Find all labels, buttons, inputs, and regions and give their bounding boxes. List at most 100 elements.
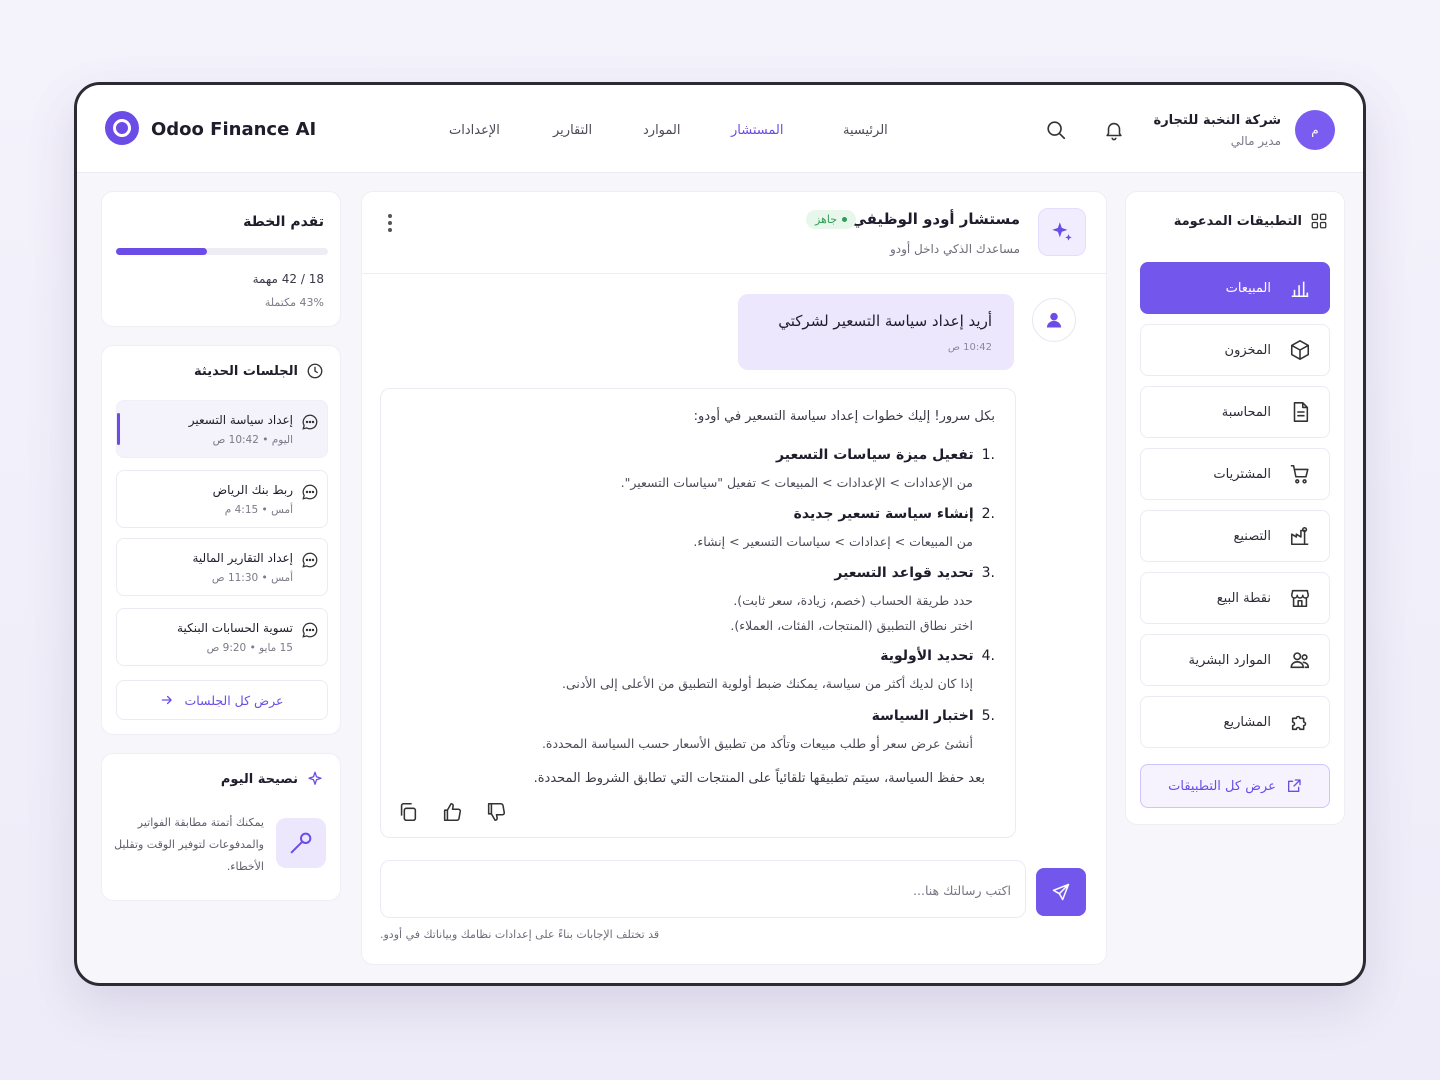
nav-item-home[interactable]: الرئيسية <box>843 123 888 138</box>
step-detail: من المبيعات > إعدادات > سياسات التسعير >… <box>693 534 973 549</box>
status-badge: جاهز <box>805 210 856 229</box>
chat-subtitle: مساعدك الذكي داخل أودو <box>889 242 1020 256</box>
step-number: .2 <box>981 506 995 522</box>
more-options-icon[interactable] <box>388 214 394 232</box>
app-item-purchases[interactable]: المشتريات <box>1140 448 1330 500</box>
brand-name: Odoo Finance AI <box>151 119 317 140</box>
step-detail: إذا كان لديك أكثر من سياسة، يمكنك ضبط أو… <box>561 676 973 691</box>
app-label: التصنيع <box>1233 528 1271 544</box>
supported-apps-title: التطبيقات المدعومة <box>1173 213 1302 229</box>
magic-wand-icon <box>276 818 326 868</box>
plan-tasks-count: 18 / 42 مهمة <box>252 272 324 286</box>
chat-panel: مستشار أودو الوظيفي جاهز مساعدك الذكي دا… <box>361 191 1107 965</box>
plan-progress-bar <box>116 248 328 255</box>
chat-title: مستشار أودو الوظيفي <box>851 210 1020 228</box>
bar-chart-icon <box>1291 281 1309 298</box>
app-label: المشتريات <box>1213 466 1271 482</box>
step-detail: حدد طريقة الحساب (خصم، زيادة، سعر ثابت). <box>733 593 973 608</box>
session-time: أمس • 4:15 م <box>224 504 293 516</box>
nav-item-reports[interactable]: التقارير <box>553 123 592 138</box>
ai-step: .2 إنشاء سياسة تسعير جديدة من المبيعات > … <box>435 506 995 549</box>
app-label: المشاريع <box>1223 714 1271 730</box>
nav-item-advisor[interactable]: المستشار <box>731 123 783 138</box>
ai-step: .4 تحديد الأولوية إذا كان لديك أكثر من سي… <box>435 648 995 691</box>
daily-tip-header: نصيحة اليوم <box>221 770 324 788</box>
app-label: نقطة البيع <box>1216 590 1271 606</box>
ai-outro-text: بعد حفظ السياسة، سيتم تطبيقها تلقائياً ع… <box>533 771 985 786</box>
recent-sessions-title: الجلسات الحديثة <box>194 363 298 379</box>
session-title: إعداد سياسة التسعير <box>188 413 293 427</box>
step-number: .5 <box>981 708 995 724</box>
ai-disclaimer: قد تختلف الإجابات بناءً على إعدادات نظام… <box>380 928 660 941</box>
session-item[interactable]: ربط بنك الرياض أمس • 4:15 م <box>116 470 328 528</box>
app-item-projects[interactable]: المشاريع <box>1140 696 1330 748</box>
thumbs-down-icon[interactable] <box>485 801 507 823</box>
app-item-accounting[interactable]: المحاسبة <box>1140 386 1330 438</box>
step-detail: اختر نطاق التطبيق (المنتجات، الفئات، الع… <box>730 618 973 633</box>
plan-progress-fill <box>116 248 208 255</box>
send-button[interactable] <box>1036 868 1086 916</box>
chat-bubble-icon <box>302 622 318 638</box>
top-bar: Odoo Finance AI الإعدادات التقارير الموا… <box>77 85 1363 173</box>
step-title: اختبار السياسة <box>871 708 974 724</box>
app-window: Odoo Finance AI الإعدادات التقارير الموا… <box>74 82 1366 986</box>
session-item[interactable]: إعداد التقارير المالية أمس • 11:30 ص <box>116 538 328 596</box>
ai-step: .1 تفعيل ميزة سياسات التسعير من الإعدادات… <box>435 447 995 490</box>
supported-apps-header: التطبيقات المدعومة <box>1174 212 1328 230</box>
app-item-manufacturing[interactable]: التصنيع <box>1140 510 1330 562</box>
view-all-sessions-button[interactable]: عرض كل الجلسات <box>116 680 328 720</box>
step-detail: من الإعدادات > الإعدادات > المبيعات > تف… <box>620 475 973 490</box>
user-message-bubble: أريد إعداد سياسة التسعير لشركتي 10:42 ص <box>738 294 1014 370</box>
factory-icon <box>1290 526 1309 546</box>
session-item[interactable]: إعداد سياسة التسعير اليوم • 10:42 ص <box>116 400 328 458</box>
cart-icon <box>1290 464 1309 484</box>
company-info[interactable]: شركة النخبة للتجارة مدير مالي <box>1154 113 1281 148</box>
ai-sparkle-icon <box>1038 208 1086 256</box>
external-link-icon <box>1287 779 1301 792</box>
plan-percent-label: 43% مكتملة <box>264 296 324 309</box>
grid-icon <box>1311 213 1327 229</box>
app-item-sales[interactable]: المبيعات <box>1140 262 1330 314</box>
send-icon <box>1052 883 1070 901</box>
app-item-hr[interactable]: الموارد البشرية <box>1140 634 1330 686</box>
view-all-sessions-label: عرض كل الجلسات <box>184 692 284 708</box>
app-label: المخزون <box>1224 342 1271 358</box>
chat-header: مستشار أودو الوظيفي جاهز مساعدك الذكي دا… <box>362 192 1106 274</box>
sparkle-icon <box>308 771 322 785</box>
daily-tip-card: نصيحة اليوم يمكنك أتمتة مطابقة الفواتير … <box>101 753 341 901</box>
session-title: تسوية الحسابات البنكية <box>177 621 293 635</box>
ai-response-card: بكل سرور! إليك خطوات إعداد سياسة التسعير… <box>380 388 1016 838</box>
avatar[interactable]: م <box>1295 110 1335 150</box>
bell-icon[interactable] <box>1103 119 1125 141</box>
app-item-pos[interactable]: نقطة البيع <box>1140 572 1330 624</box>
thumbs-up-icon[interactable] <box>441 801 463 823</box>
step-title: تحديد قواعد التسعير <box>834 565 974 581</box>
box-icon <box>1290 340 1310 360</box>
arrow-right-icon <box>162 695 173 705</box>
store-icon <box>1290 589 1310 608</box>
step-title: تحديد الأولوية <box>880 648 974 664</box>
nav-item-resources[interactable]: الموارد <box>643 123 680 138</box>
nav-item-settings[interactable]: الإعدادات <box>449 123 500 138</box>
plan-progress-title: تقدم الخطة <box>243 214 324 230</box>
message-input[interactable] <box>411 877 1011 903</box>
session-time: أمس • 11:30 ص <box>211 572 293 584</box>
search-icon[interactable] <box>1045 119 1067 141</box>
app-label: المحاسبة <box>1221 404 1271 420</box>
app-label: المبيعات <box>1225 280 1271 296</box>
status-label: جاهز <box>814 213 837 226</box>
app-item-inventory[interactable]: المخزون <box>1140 324 1330 376</box>
user-avatar-icon <box>1032 298 1076 342</box>
daily-tip-title: نصيحة اليوم <box>220 771 298 787</box>
brand-logo-icon[interactable] <box>105 111 139 145</box>
user-role: مدير مالي <box>1230 134 1281 148</box>
ai-step: .3 تحديد قواعد التسعير حدد طريقة الحساب (… <box>435 565 995 633</box>
copy-icon[interactable] <box>397 801 419 823</box>
session-item[interactable]: تسوية الحسابات البنكية 15 مايو • 9:20 ص <box>116 608 328 666</box>
view-all-apps-button[interactable]: عرض كل التطبيقات <box>1140 764 1330 808</box>
recent-sessions-card: الجلسات الحديثة إعداد سياسة التسعير اليو… <box>101 345 341 735</box>
document-icon <box>1293 402 1309 422</box>
message-composer <box>380 860 1026 918</box>
session-time: 15 مايو • 9:20 ص <box>206 642 293 654</box>
ai-response-actions <box>397 801 507 823</box>
